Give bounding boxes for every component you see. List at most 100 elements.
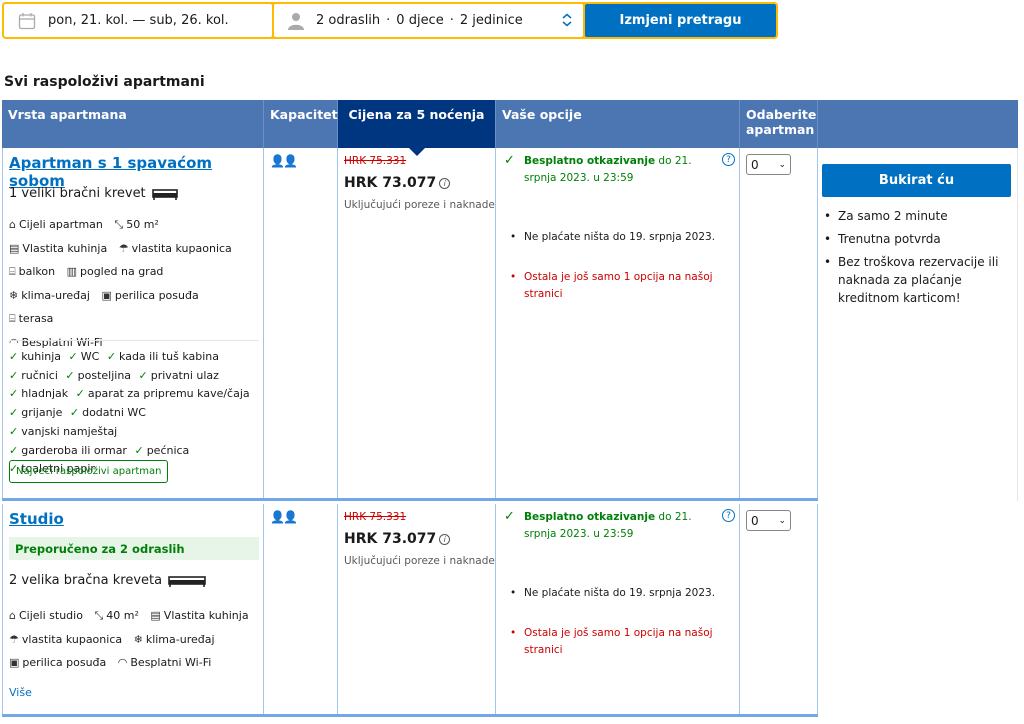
snowflake-icon: ❄ xyxy=(9,288,19,302)
room-name-link[interactable]: Studio xyxy=(9,510,64,528)
options-cell: ✓ Besplatno otkazivanje do 21. srpnja 202… xyxy=(496,504,740,714)
table-row: Studio Preporučeno za 2 odraslih 2 velik… xyxy=(2,504,818,717)
more-link[interactable]: Više xyxy=(9,686,32,699)
change-search-button[interactable]: Izmjeni pretragu xyxy=(585,4,776,37)
bed-icon xyxy=(151,188,178,200)
search-bar: pon, 21. kol. — sub, 26. kol. 2 odraslih… xyxy=(2,2,778,39)
dishwasher-icon: ▣ xyxy=(101,288,112,302)
check-icon: ✓ xyxy=(9,406,19,420)
pay-later-note: Ne plaćate ništa do 19. srpnja 2023. xyxy=(504,585,726,602)
scarcity-note: Ostala je još samo 1 opcija na našoj str… xyxy=(504,625,726,659)
bath-icon: ☂ xyxy=(118,241,129,255)
pay-later-note: Ne plaćate ništa do 19. srpnja 2023. xyxy=(504,229,726,246)
facility-item: ▤ Vlastita kuhinja xyxy=(9,237,107,261)
facility-item: ▤ Vlastita kuhinja xyxy=(150,604,248,628)
header-options: Vaše opcije xyxy=(496,100,740,148)
header-booking-column xyxy=(816,100,1018,148)
check-icon: ✓ xyxy=(9,443,19,457)
divider xyxy=(9,340,259,341)
check-icon: ✓ xyxy=(9,387,19,401)
benefit-item: Za samo 2 minute xyxy=(824,207,1016,225)
free-cancellation: ✓ Besplatno otkazivanje do 21. srpnja 202… xyxy=(504,509,692,540)
current-price: HRK 73.077 i xyxy=(344,531,451,547)
check-icon: ✓ xyxy=(504,153,515,168)
section-title: Svi raspoloživi apartmani xyxy=(4,74,205,90)
facility-item: ☂ vlastita kupaonica xyxy=(9,628,122,652)
snowflake-icon: ❄ xyxy=(133,632,143,646)
options-cell: ✓ Besplatno otkazivanje do 21. srpnja 202… xyxy=(496,148,740,498)
question-icon[interactable]: ? xyxy=(722,509,735,522)
check-icon: ✓ xyxy=(65,368,75,382)
free-cancellation: ✓ Besplatno otkazivanje do 21. srpnja 202… xyxy=(504,153,692,184)
select-cell: 0 ⌄ xyxy=(740,148,818,498)
check-icon: ✓ xyxy=(75,387,85,401)
size-icon: ⤡ xyxy=(94,609,104,622)
price-cell: HRK 75.331 HRK 73.077 i Uključujući porez… xyxy=(338,504,496,714)
amenity-item: ✓ vanjski namještaj xyxy=(9,424,118,438)
facilities-list: ⌂ Cijeli studio ⤡ 40 m² ▤ Vlastita kuhinja … xyxy=(9,604,259,675)
current-price: HRK 73.077 i xyxy=(344,175,451,191)
info-icon[interactable]: i xyxy=(439,177,451,189)
old-price: HRK 75.331 xyxy=(344,511,407,523)
bed-icon xyxy=(168,575,206,587)
guest-picker[interactable]: 2 odraslih · 0 djece · 2 jedinice xyxy=(274,4,583,37)
facility-item: ❄ klima-uređaj xyxy=(9,284,90,308)
table-header: Vrsta apartmana Kapacitet Cijena za 5 no… xyxy=(2,100,818,148)
guest-summary: 2 odraslih · 0 djece · 2 jedinice xyxy=(316,13,523,28)
facility-item: ▣ perilica posuđa xyxy=(101,284,198,308)
booking-benefits: Za samo 2 minute Trenutna potvrda Bez tr… xyxy=(824,207,1016,312)
amenity-item: ✓ posteljina xyxy=(65,368,132,382)
chevron-down-icon: ⌄ xyxy=(778,515,786,526)
info-icon[interactable]: i xyxy=(439,533,451,545)
facility-item: ◠ Besplatni Wi-Fi xyxy=(118,651,212,675)
check-icon: ✓ xyxy=(9,350,19,363)
date-range-text: pon, 21. kol. — sub, 26. kol. xyxy=(48,13,229,28)
terrace-icon: ⌸ xyxy=(9,312,16,325)
check-icon: ✓ xyxy=(134,443,144,457)
amenity-item: ✓ pećnica xyxy=(134,443,190,457)
facility-item: ▥ pogled na grad xyxy=(67,260,164,284)
room-quantity-select[interactable]: 0 ⌄ xyxy=(746,510,791,531)
facility-item: ⌂ Cijeli apartman xyxy=(9,213,103,237)
check-icon: ✓ xyxy=(9,424,19,438)
date-picker[interactable]: pon, 21. kol. — sub, 26. kol. xyxy=(4,4,272,37)
booking-panel: Bukirat ću Za samo 2 minute Trenutna pot… xyxy=(818,148,1018,501)
facility-item: ⌸ terasa xyxy=(9,307,53,331)
book-button[interactable]: Bukirat ću xyxy=(822,164,1011,197)
amenity-item: ✓ privatni ulaz xyxy=(138,368,219,382)
amenity-item: ✓ garderoba ili ormar xyxy=(9,443,127,457)
bath-icon: ☂ xyxy=(9,632,19,646)
question-icon[interactable]: ? xyxy=(722,153,735,166)
facility-item: ⤡ 40 m² xyxy=(94,604,138,628)
facilities-list: ⌂ Cijeli apartman ⤡ 50 m² ▤ Vlastita kuhinj… xyxy=(9,213,259,354)
kitchen-icon: ▤ xyxy=(150,609,161,622)
benefit-item: Bez troškova rezervacije ili naknada za … xyxy=(824,253,1016,307)
capacity-cell: 👤👤 xyxy=(264,148,338,498)
check-icon: ✓ xyxy=(106,350,117,363)
home-icon: ⌂ xyxy=(9,609,16,622)
amenity-item: ✓ hladnjak xyxy=(9,387,69,401)
check-icon: ✓ xyxy=(68,350,78,363)
facility-item: ⌸ balkon xyxy=(9,260,55,284)
facility-item: ☂ vlastita kupaonica xyxy=(119,237,232,261)
room-quantity-select[interactable]: 0 ⌄ xyxy=(746,154,791,175)
check-icon: ✓ xyxy=(138,368,148,382)
header-select: Odaberite apartman xyxy=(740,100,818,148)
calendar-icon xyxy=(18,12,36,29)
select-cell: 0 ⌄ xyxy=(740,504,818,714)
largest-apartment-badge: Najveći raspoloživi apartman xyxy=(9,460,169,483)
facility-item: ▣ perilica posuđa xyxy=(9,651,106,675)
amenity-item: ✓ kuhinja xyxy=(9,350,62,363)
check-icon: ✓ xyxy=(9,368,19,382)
facility-item: ⌂ Cijeli studio xyxy=(9,604,83,628)
price-cell: HRK 75.331 HRK 73.077 i Uključujući porez… xyxy=(338,148,496,498)
header-price: Cijena za 5 noćenja xyxy=(338,100,496,148)
price-note: Uključujući poreze i naknade xyxy=(344,199,495,211)
room-name-link[interactable]: Apartman s 1 spavaćom sobom xyxy=(9,154,263,190)
two-persons-icon: 👤👤 xyxy=(270,154,298,168)
check-icon: ✓ xyxy=(504,509,515,524)
home-icon: ⌂ xyxy=(9,218,16,231)
amenity-item: ✓ kada ili tuš kabina xyxy=(106,350,220,363)
bed-info: 1 veliki bračni krevet xyxy=(9,186,178,201)
chevron-down-icon: ⌄ xyxy=(778,159,786,170)
